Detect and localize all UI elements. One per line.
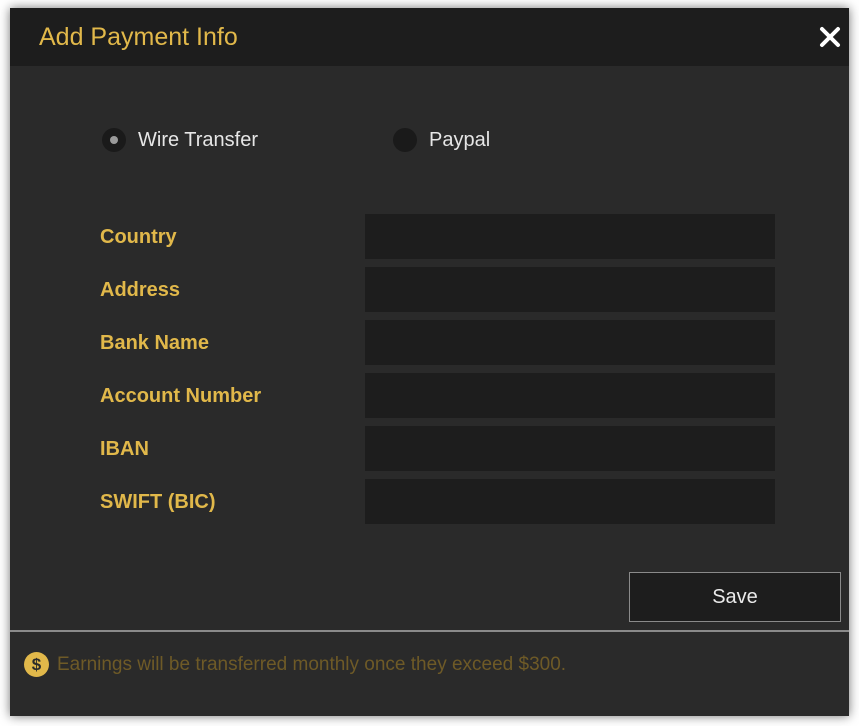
radio-button-checked[interactable]: [102, 128, 126, 152]
bank-name-input[interactable]: [365, 320, 775, 365]
dialog-titlebar: Add Payment Info: [10, 8, 849, 66]
radio-button-unchecked[interactable]: [393, 128, 417, 152]
save-button[interactable]: Save: [629, 572, 841, 622]
radio-paypal[interactable]: Paypal: [393, 126, 490, 154]
country-input[interactable]: [365, 214, 775, 259]
swift-bic-input[interactable]: [365, 479, 775, 524]
address-label: Address: [100, 279, 181, 301]
account-number-input[interactable]: [365, 373, 775, 418]
country-label: Country: [100, 226, 177, 248]
address-input[interactable]: [365, 267, 775, 312]
footer-divider: [10, 630, 849, 632]
radio-label-paypal: Paypal: [429, 128, 491, 151]
radio-label-wire-transfer: Wire Transfer: [138, 128, 259, 151]
footer-text: Earnings will be transferred monthly onc…: [57, 653, 567, 675]
close-button[interactable]: [815, 22, 845, 52]
payment-dialog: Add Payment Info Wire Transfer Paypal Co…: [10, 8, 849, 716]
swift-bic-label: SWIFT (BIC): [100, 491, 216, 513]
footer-notice: $ Earnings will be transferred monthly o…: [24, 652, 566, 677]
close-icon: [820, 27, 840, 47]
iban-input[interactable]: [365, 426, 775, 471]
dialog-title: Add Payment Info: [39, 23, 238, 51]
account-number-label: Account Number: [100, 385, 262, 407]
dollar-icon: $: [24, 652, 49, 677]
radio-wire-transfer[interactable]: Wire Transfer: [102, 126, 258, 154]
iban-label: IBAN: [100, 438, 149, 460]
bank-name-label: Bank Name: [100, 332, 209, 354]
